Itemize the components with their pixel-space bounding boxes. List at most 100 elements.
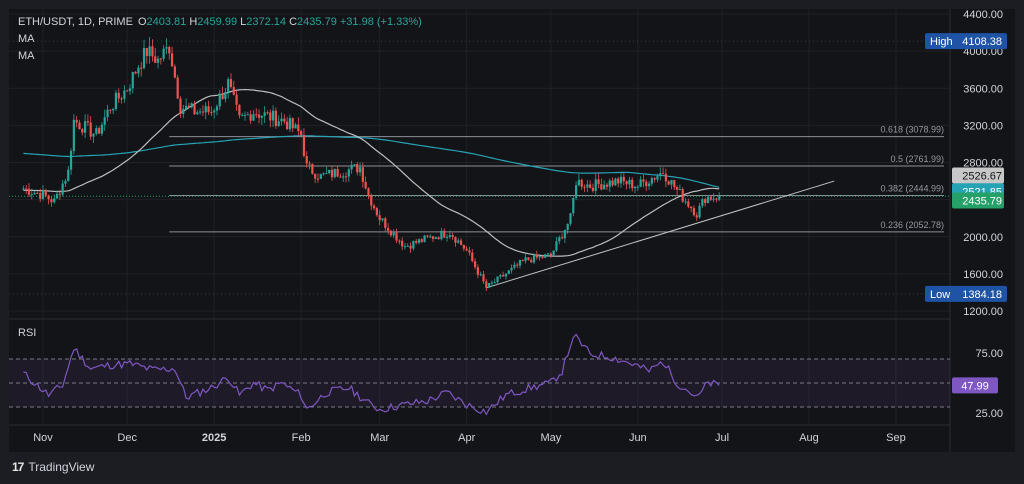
candle-body	[614, 178, 617, 186]
candle-body	[69, 150, 73, 170]
open-value: 2403.81	[146, 16, 187, 28]
candle-body	[302, 135, 306, 156]
candle-body	[232, 86, 235, 95]
candle-body	[445, 236, 449, 238]
close-label: C	[289, 16, 298, 28]
candle-body	[204, 106, 207, 113]
time-axis-label: Feb	[292, 432, 311, 444]
candle-body	[535, 254, 538, 258]
candle-body	[308, 163, 311, 165]
candle-body	[367, 188, 370, 196]
candle-body	[631, 179, 634, 189]
candle-body	[490, 282, 494, 284]
candle-body	[36, 192, 39, 194]
candle-body	[269, 112, 272, 121]
price-chart[interactable]: 0.618 (3078.99) 0.5 (2761.99) 0.382 (2444.…	[9, 9, 1015, 452]
candle-body	[701, 199, 704, 206]
candle-body	[123, 90, 126, 99]
candle-body	[154, 56, 157, 63]
ma-legend-1[interactable]: MA	[18, 33, 35, 45]
price-axis-label: 2000.00	[963, 232, 1003, 244]
candle-body	[165, 47, 168, 49]
candle-body	[611, 180, 614, 186]
candle-body	[372, 205, 376, 209]
candle-body	[182, 109, 185, 114]
candle-body	[417, 239, 421, 243]
time-axis-label: Dec	[117, 432, 137, 444]
candle-body	[507, 270, 510, 274]
candle-body	[676, 187, 679, 190]
candle-body	[661, 173, 665, 175]
price-axis-label: 1600.00	[963, 269, 1003, 281]
candle-body	[589, 184, 592, 188]
candle-body	[243, 114, 247, 116]
candle-body	[156, 58, 160, 63]
candle-body	[524, 257, 527, 261]
candle-body	[47, 195, 50, 200]
candle-body	[148, 46, 151, 56]
candle-body	[263, 112, 266, 116]
candle-body	[30, 194, 33, 196]
candle-body	[440, 230, 443, 240]
candle-body	[305, 155, 308, 164]
candle-body	[437, 237, 440, 240]
candle-body	[260, 115, 263, 118]
candle-body	[162, 48, 165, 59]
candle-body	[415, 240, 418, 243]
candle-body	[83, 121, 87, 133]
candle-body	[704, 199, 707, 204]
candle-body	[22, 188, 25, 190]
candle-body	[692, 208, 696, 216]
close-value: 2435.79	[297, 16, 337, 28]
candle-body	[454, 237, 457, 243]
candle-body	[201, 111, 205, 113]
candle-body	[392, 232, 395, 236]
candle-body	[381, 218, 384, 221]
candle-body	[709, 197, 712, 200]
candle-body	[527, 257, 530, 260]
rsi-value-badge-text: 47.99	[961, 380, 989, 392]
candle-body	[55, 193, 59, 199]
candle-body	[106, 109, 109, 118]
candle-body	[187, 105, 191, 108]
candle-body	[698, 205, 701, 218]
candle-body	[715, 198, 718, 200]
candle-body	[75, 119, 78, 123]
candle-body	[333, 168, 336, 178]
candle-body	[594, 179, 597, 191]
candle-body	[218, 93, 221, 107]
candle-body	[229, 79, 233, 87]
candle-body	[476, 267, 479, 275]
candle-body	[656, 176, 659, 180]
candle-body	[426, 235, 429, 237]
candle-body	[577, 179, 581, 186]
fib-level-label: 0.236 (2052.78)	[880, 220, 944, 230]
rsi-axis-label: 75.00	[975, 348, 1003, 360]
candle-body	[482, 274, 485, 282]
ma-legend-2[interactable]: MA	[18, 50, 35, 62]
time-axis-label: 2025	[202, 432, 226, 444]
candle-body	[678, 189, 682, 191]
time-axis-label: Jun	[629, 432, 647, 444]
candle-body	[544, 254, 547, 258]
candle-body	[431, 236, 435, 239]
candle-body	[328, 169, 331, 174]
rsi-legend[interactable]: RSI	[18, 327, 36, 339]
candle-body	[193, 103, 196, 115]
candle-body	[142, 47, 146, 69]
candle-body	[221, 93, 224, 99]
candle-body	[608, 180, 611, 187]
fib-retracement: 0.618 (3078.99) 0.5 (2761.99) 0.382 (2444.…	[169, 125, 944, 233]
candle-body	[462, 245, 465, 249]
candle-body	[591, 187, 595, 191]
candle-body	[471, 252, 474, 262]
candle-body	[325, 173, 328, 175]
candle-body	[353, 164, 356, 166]
candle-body	[100, 124, 104, 134]
symbol-label[interactable]: ETH/USDT, 1D, PRIME	[18, 16, 133, 28]
candle-body	[558, 237, 561, 242]
tradingview-brand[interactable]: 17 TradingView	[12, 458, 94, 476]
low-value: 2372.14	[246, 16, 287, 28]
support-trendline	[486, 180, 835, 289]
candle-body	[291, 118, 294, 129]
